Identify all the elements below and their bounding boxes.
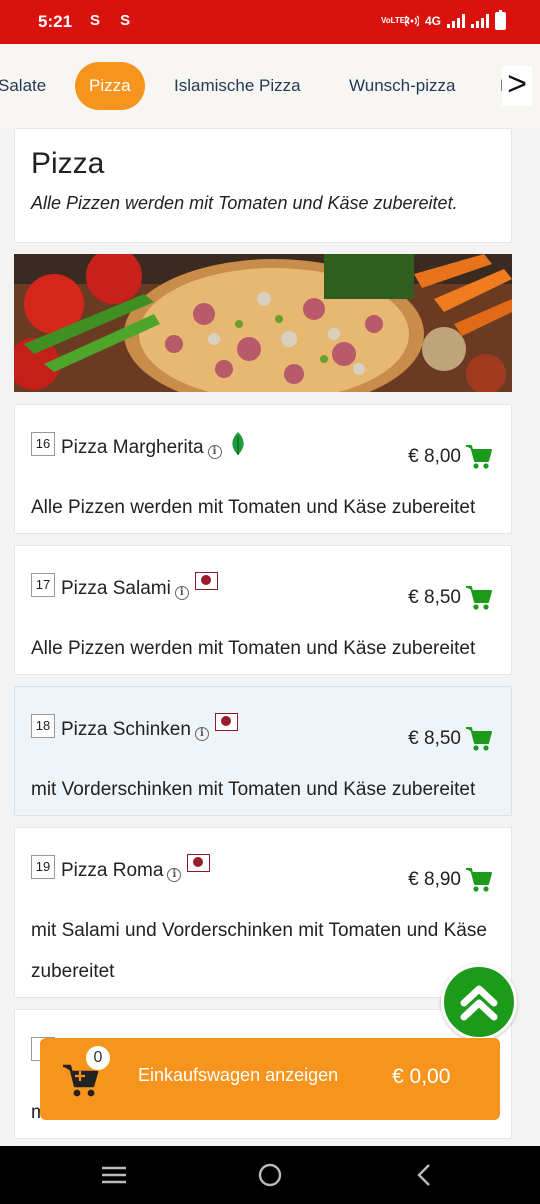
info-icon[interactable]: i [167, 868, 182, 882]
item-name: Pizza Margherita [61, 437, 204, 458]
item-price: € 8,50 [408, 728, 461, 749]
item-price: € 8,90 [408, 869, 461, 890]
add-to-cart-icon[interactable] [465, 443, 493, 471]
item-price: € 8,50 [408, 587, 461, 608]
status-indicators: VoLTE2 4G [380, 10, 506, 30]
volte-label: VoLTE2 [380, 16, 410, 25]
item-description: Alle Pizzen werden mit Tomaten und Käse … [31, 497, 476, 518]
battery-icon [495, 10, 506, 30]
category-tabs: Salate Pizza Islamische Pizza Wunsch-piz… [0, 44, 540, 128]
add-to-cart-icon[interactable] [465, 866, 493, 894]
scroll-to-top-button[interactable] [441, 964, 517, 1040]
category-header: Pizza Alle Pizzen werden mit Tomaten und… [14, 128, 512, 243]
menu-item-16[interactable]: 16 Pizza Margherita i € 8,00 Alle Pizzen … [14, 404, 512, 534]
info-icon[interactable]: i [194, 727, 209, 741]
status-bar: 5:21 S S VoLTE2 4G [0, 0, 540, 44]
back-icon[interactable] [414, 1163, 434, 1192]
info-icon[interactable]: i [207, 445, 222, 459]
chevron-right-icon: > [507, 65, 527, 103]
category-description: Alle Pizzen werden mit Tomaten und Käse … [31, 193, 458, 213]
item-description: Alle Pizzen werden mit Tomaten und Käse … [31, 638, 476, 659]
tabs-next-button[interactable]: > [502, 66, 532, 106]
item-name-row: Pizza Salami i [61, 572, 218, 602]
hotspot-icon [404, 13, 420, 30]
signal-icon [447, 14, 465, 28]
view-cart-label: Einkaufswagen anzeigen [138, 1065, 339, 1085]
vegetarian-leaf-icon [228, 431, 248, 463]
cart-total: € 0,00 [392, 1065, 451, 1088]
tab-salate[interactable]: Salate [0, 62, 46, 110]
add-to-cart-icon[interactable] [465, 584, 493, 612]
menu-item-17[interactable]: 17 Pizza Salami i € 8,50 Alle Pizzen werd… [14, 545, 512, 675]
info-icon[interactable]: i [174, 586, 189, 600]
double-chevron-up-icon [460, 985, 498, 1021]
tab-wunsch-pizza[interactable]: Wunsch-pizza [349, 62, 455, 110]
item-name: Pizza Schinken [61, 719, 191, 740]
meat-icon [194, 572, 218, 596]
item-name-row: Pizza Schinken i [61, 713, 238, 743]
item-price: € 8,00 [408, 446, 461, 467]
item-number: 18 [31, 714, 55, 738]
item-description: mit Vorderschinken mit Tomaten und Käse … [31, 779, 476, 800]
cart-count-badge: 0 [86, 1046, 110, 1070]
meat-icon [214, 713, 238, 737]
meat-icon [187, 854, 211, 878]
tab-islamische-pizza[interactable]: Islamische Pizza [174, 62, 301, 110]
category-title: Pizza [31, 147, 105, 180]
item-number: 19 [31, 855, 55, 879]
item-number: 16 [31, 432, 55, 456]
home-icon[interactable] [257, 1162, 283, 1193]
item-name: Pizza Salami [61, 578, 171, 599]
menu-item-19[interactable]: 19 Pizza Roma i € 8,90 mit Salami und Vor… [14, 827, 512, 998]
network-type: 4G [424, 14, 441, 28]
item-name-row: Pizza Margherita i [61, 432, 248, 469]
recent-apps-icon[interactable] [100, 1164, 128, 1191]
view-cart-bar[interactable]: 0 Einkaufswagen anzeigen € 0,00 [40, 1038, 500, 1120]
system-nav-bar [0, 1146, 540, 1204]
item-name-row: Pizza Roma i [61, 854, 211, 884]
signal-icon-2 [471, 14, 489, 28]
menu-item-18[interactable]: 18 Pizza Schinken i € 8,50 mit Vorderschi… [14, 686, 512, 816]
item-number: 17 [31, 573, 55, 597]
tab-pizza[interactable]: Pizza [75, 62, 145, 110]
category-hero-image [14, 254, 512, 392]
item-name: Pizza Roma [61, 860, 164, 881]
notification-icons: S S [90, 12, 139, 29]
item-description: mit Salami und Vorderschinken mit Tomate… [31, 920, 487, 982]
add-to-cart-icon[interactable] [465, 725, 493, 753]
status-time: 5:21 [38, 12, 73, 31]
